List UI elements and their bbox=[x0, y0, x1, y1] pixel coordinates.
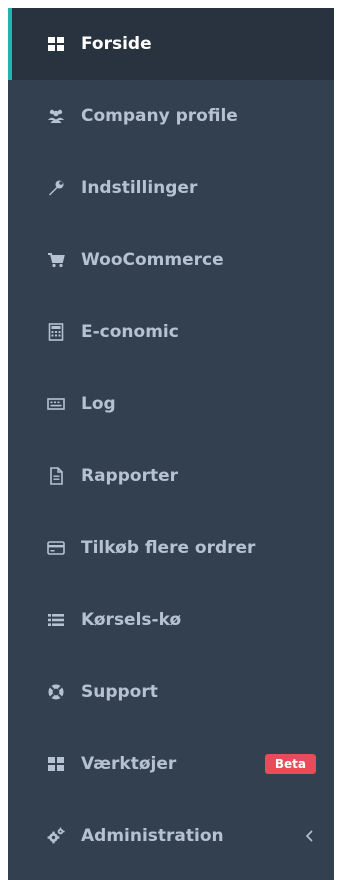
sidebar-item-rapporter[interactable]: Rapporter bbox=[8, 440, 334, 512]
cart-icon bbox=[45, 249, 67, 271]
gears-icon bbox=[45, 825, 67, 847]
beta-badge: Beta bbox=[264, 754, 316, 774]
sidebar-item-administration[interactable]: Administration bbox=[8, 800, 334, 872]
document-icon bbox=[45, 465, 67, 487]
users-icon bbox=[45, 105, 67, 127]
grid-icon bbox=[45, 753, 67, 775]
sidebar-item-forside[interactable]: Forside bbox=[8, 8, 334, 80]
credit-card-icon bbox=[45, 537, 67, 559]
sidebar-item-e-conomic[interactable]: E-conomic bbox=[8, 296, 334, 368]
sidebar-item-label: Indstillinger bbox=[81, 178, 198, 198]
sidebar-item-label: WooCommerce bbox=[81, 250, 224, 270]
sidebar-item-label: Tilkøb flere ordrer bbox=[81, 538, 256, 558]
sidebar-item-company-profile[interactable]: Company profile bbox=[8, 80, 334, 152]
sidebar-item-korsels-ko[interactable]: Kørsels-kø bbox=[8, 584, 334, 656]
sidebar-item-indstillinger[interactable]: Indstillinger bbox=[8, 152, 334, 224]
sidebar-item-label: Log bbox=[81, 394, 116, 414]
sidebar-item-vaerktojer[interactable]: Værktøjer Beta bbox=[8, 728, 334, 800]
sidebar-item-label: Kørsels-kø bbox=[81, 610, 182, 630]
sidebar-item-label: E-conomic bbox=[81, 322, 179, 342]
chevron-left-icon[interactable] bbox=[302, 829, 316, 843]
sidebar-item-label: Company profile bbox=[81, 106, 238, 126]
calculator-icon bbox=[45, 321, 67, 343]
sidebar-item-support[interactable]: Support bbox=[8, 656, 334, 728]
lifebuoy-icon bbox=[45, 681, 67, 703]
keyboard-icon bbox=[45, 393, 67, 415]
wrench-icon bbox=[45, 177, 67, 199]
list-icon bbox=[45, 609, 67, 631]
sidebar-menu: Forside Company profile Indstillinger Wo… bbox=[8, 8, 334, 872]
sidebar: Forside Company profile Indstillinger Wo… bbox=[8, 8, 334, 880]
sidebar-item-tilkob-flere-ordrer[interactable]: Tilkøb flere ordrer bbox=[8, 512, 334, 584]
sidebar-item-label: Værktøjer bbox=[81, 754, 177, 774]
sidebar-item-label: Forside bbox=[81, 34, 152, 54]
sidebar-item-label: Rapporter bbox=[81, 466, 179, 486]
grid-icon bbox=[45, 33, 67, 55]
sidebar-item-label: Administration bbox=[81, 826, 224, 846]
sidebar-item-woocommerce[interactable]: WooCommerce bbox=[8, 224, 334, 296]
sidebar-item-label: Support bbox=[81, 682, 158, 702]
sidebar-item-log[interactable]: Log bbox=[8, 368, 334, 440]
